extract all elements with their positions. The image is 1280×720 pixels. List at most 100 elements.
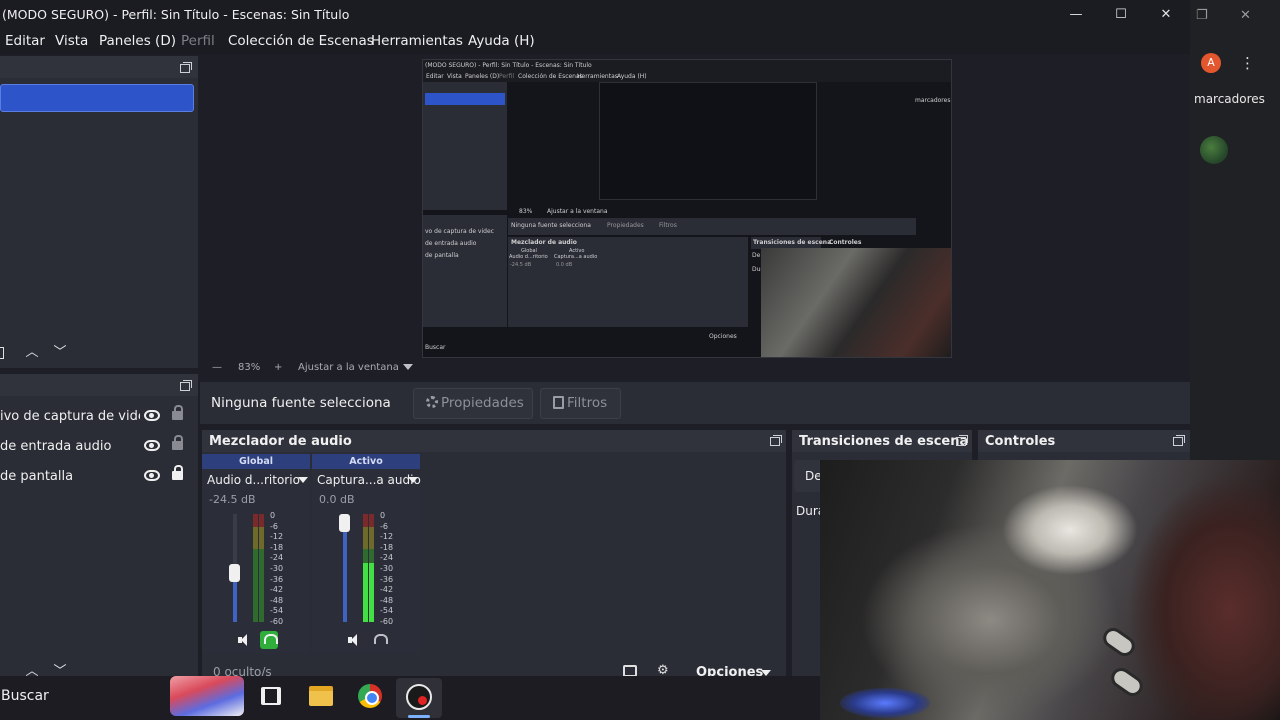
nested-source: vo de captura de videc — [425, 228, 494, 235]
channel-db: 0.0 dB — [319, 493, 355, 506]
nested-menu-item: Herramientas — [577, 73, 618, 80]
undock-icon[interactable] — [770, 435, 782, 446]
db-tick-label: -36 — [270, 574, 284, 584]
mute-speaker-icon[interactable] — [238, 634, 252, 646]
fit-dropdown-caret-icon[interactable] — [403, 364, 413, 370]
lock-icon[interactable] — [172, 405, 183, 420]
mixer-channel-mic: Activo Captura...a audio 0.0 dB 0 -6 -12 -1… — [312, 454, 421, 654]
no-source-selected-label: Ninguna fuente selecciona — [211, 395, 391, 411]
db-scale: 0 -6 -12 -18 -24 -30 -36 -42 -48 -54 -60 — [270, 511, 290, 628]
level-meter — [369, 514, 374, 622]
fader-knob[interactable] — [339, 514, 350, 532]
file-explorer-icon[interactable] — [309, 686, 333, 706]
menu-herramientas[interactable]: Herramientas — [371, 33, 463, 49]
filters-button[interactable]: Filtros — [540, 388, 621, 419]
zoom-bar: — 83% + Ajustar a la ventana — [200, 358, 1190, 378]
light-glow — [840, 688, 930, 718]
move-up-icon[interactable]: ︿ — [24, 345, 40, 361]
nested-scene-selected — [425, 93, 505, 105]
remove-scene-icon[interactable] — [0, 347, 4, 359]
kebab-menu-icon[interactable]: ⋮ — [1240, 54, 1255, 72]
chrome-icon[interactable] — [358, 684, 382, 708]
browser-close-icon[interactable]: ✕ — [1240, 8, 1251, 23]
nested-bookmarks: marcadores — [915, 97, 951, 104]
menu-ayuda[interactable]: Ayuda (H) — [468, 33, 535, 49]
move-down-icon[interactable]: ﹀ — [52, 345, 68, 361]
profile-avatar[interactable]: A — [1201, 53, 1221, 73]
zoom-out-button[interactable]: — — [212, 362, 222, 373]
menu-editar[interactable]: Editar — [5, 33, 45, 49]
restore-icon[interactable]: ❐ — [1196, 8, 1208, 23]
nested-webcam — [761, 248, 951, 357]
lock-icon[interactable] — [172, 435, 183, 450]
search-highlight-image[interactable] — [170, 676, 244, 716]
close-button[interactable]: ✕ — [1156, 5, 1176, 25]
preview-canvas[interactable]: (MODO SEGURO) - Perfil: Sin Título - Esc… — [422, 59, 952, 358]
monitor-headphone-icon[interactable] — [370, 631, 388, 649]
audio-mixer-title: Mezclador de audio — [209, 434, 352, 449]
nested-title: (MODO SEGURO) - Perfil: Sin Título - Esc… — [425, 62, 592, 69]
channel-name[interactable]: Captura...a audio — [317, 473, 421, 487]
obs-taskbar-slot[interactable] — [396, 678, 442, 718]
volume-fader[interactable] — [339, 514, 350, 622]
transitions-header: Transiciones de escena — [792, 430, 972, 452]
nested-trans-de: De — [752, 252, 761, 259]
gear-icon — [426, 396, 438, 408]
nested-menubar: (MODO SEGURO) - Perfil: Sin Título - Esc… — [423, 60, 951, 82]
properties-label: Propiedades — [441, 395, 524, 411]
properties-button[interactable]: Propiedades — [413, 388, 533, 419]
db-tick-label: -54 — [380, 606, 394, 616]
task-view-icon[interactable] — [261, 687, 281, 705]
source-item[interactable]: de entrada audio — [0, 435, 196, 459]
db-tick-label: -42 — [270, 585, 284, 595]
controls-title: Controles — [985, 434, 1056, 449]
nested-trans-title: Transiciones de escena — [753, 239, 832, 246]
menu-coleccion-escenas[interactable]: Colección de Escenas — [228, 33, 374, 49]
nested-source: de pantalla — [425, 252, 459, 259]
scenes-dock-header — [0, 56, 198, 78]
maximize-button[interactable]: ☐ — [1111, 5, 1131, 25]
menu-vista[interactable]: Vista — [55, 33, 88, 49]
visibility-eye-icon[interactable] — [144, 470, 160, 481]
lock-icon[interactable] — [172, 465, 183, 480]
globe-icon[interactable] — [1200, 136, 1228, 164]
scene-item-selected[interactable] — [0, 84, 194, 112]
db-tick-label: 0 — [270, 511, 276, 520]
nested-db1: -24.5 dB — [510, 262, 532, 268]
channel-badge: Global — [202, 454, 310, 469]
chevron-down-icon[interactable] — [408, 477, 418, 483]
source-item[interactable]: de pantalla — [0, 465, 196, 489]
fit-to-window-label[interactable]: Ajustar a la ventana — [298, 362, 399, 373]
title-bar: (MODO SEGURO) - Perfil: Sin Título - Esc… — [0, 0, 1190, 30]
obs-icon[interactable] — [406, 684, 432, 710]
db-tick-label: -60 — [380, 616, 394, 626]
undock-icon[interactable] — [956, 435, 968, 446]
fader-knob[interactable] — [229, 564, 240, 582]
chevron-down-icon[interactable] — [298, 477, 308, 483]
zoom-in-button[interactable]: + — [274, 362, 282, 373]
menu-perfil[interactable]: Perfil — [181, 33, 215, 49]
undock-icon[interactable] — [1173, 435, 1185, 446]
visibility-eye-icon[interactable] — [144, 440, 160, 451]
transitions-title: Transiciones de escena — [799, 434, 969, 449]
db-tick-label: -60 — [270, 616, 284, 626]
undock-icon[interactable] — [180, 62, 192, 73]
monitor-headphone-icon[interactable] — [260, 631, 278, 649]
menu-paneles[interactable]: Paneles (D) — [99, 33, 176, 49]
minimize-button[interactable]: — — [1066, 5, 1086, 25]
menu-bar: Editar Vista Paneles (D) Perfil Colecció… — [0, 30, 1190, 54]
nested-mixer — [508, 237, 748, 327]
db-scale: 0 -6 -12 -18 -24 -30 -36 -42 -48 -54 -60 — [380, 511, 400, 628]
source-item[interactable]: ivo de captura de videc — [0, 405, 196, 429]
undock-icon[interactable] — [180, 380, 192, 391]
taskbar-search[interactable]: Buscar — [1, 688, 49, 704]
mute-speaker-icon[interactable] — [348, 634, 362, 646]
nested-menu-item: Ayuda (H) — [617, 73, 647, 80]
nested-filters: Filtros — [659, 222, 677, 229]
channel-name[interactable]: Audio d...ritorio — [207, 473, 300, 487]
nested-db2: 0.0 dB — [556, 262, 573, 268]
bookmarks-label[interactable]: marcadores — [1194, 92, 1265, 106]
volume-fader[interactable] — [229, 514, 240, 622]
nested-ch1: Audio d...ritorio — [509, 254, 548, 260]
visibility-eye-icon[interactable] — [144, 410, 160, 421]
